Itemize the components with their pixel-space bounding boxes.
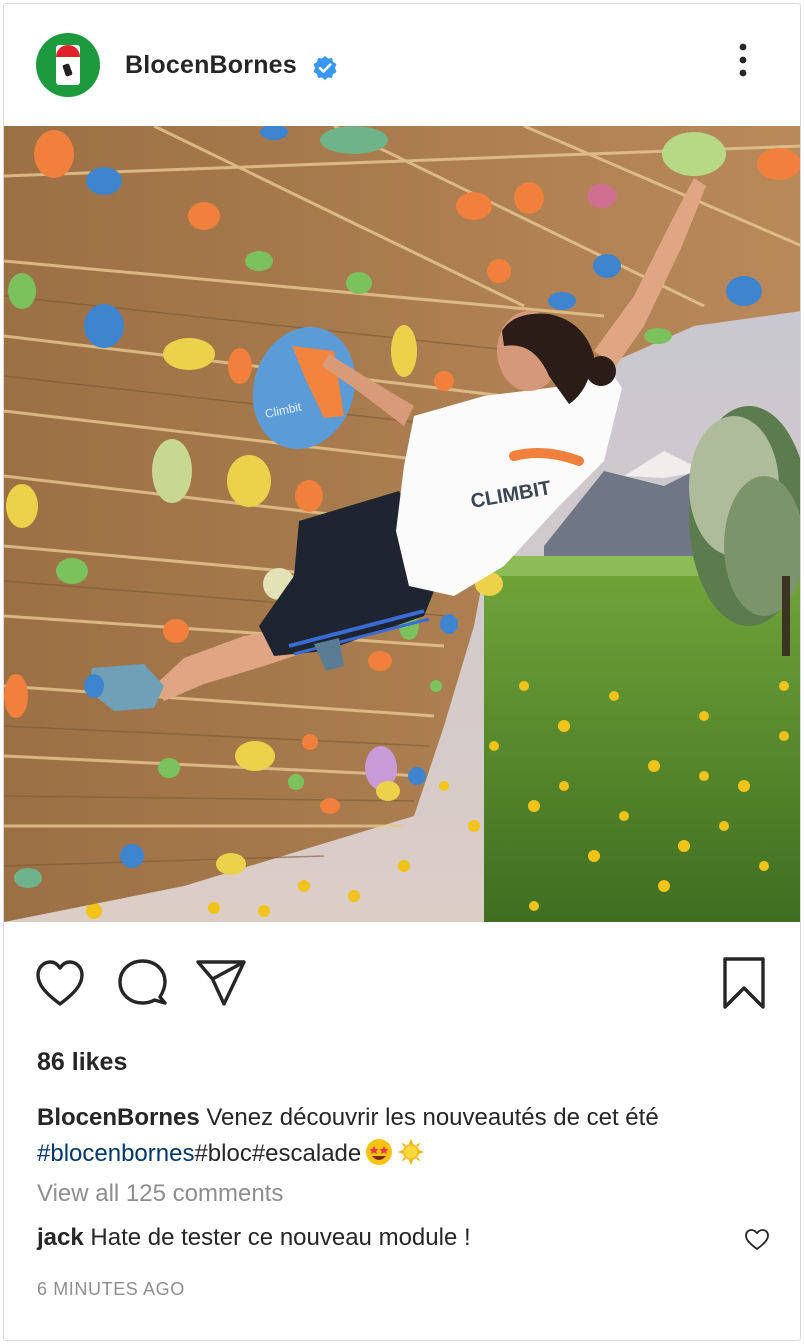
post-header: BlocenBornes [4,4,800,126]
comment-username[interactable]: jack [37,1224,84,1251]
logo-icon [56,45,80,85]
post-timestamp: 6 MINUTES AGO [37,1279,185,1299]
star-struck-emoji-icon [366,1139,393,1165]
more-vertical-icon[interactable] [730,40,756,80]
caption-username[interactable]: BlocenBornes [37,1104,200,1131]
comment-heart-icon[interactable] [744,1227,770,1253]
comment-text: Hate de tester ce nouveau module ! [83,1224,471,1251]
heart-icon[interactable] [34,954,86,1012]
avatar[interactable] [36,33,100,97]
post-photo[interactable]: Climbit CLIMBIT [4,126,800,922]
paper-plane-icon[interactable] [194,954,246,1012]
bookmark-icon[interactable] [718,954,770,1012]
caption-hashtags: #bloc#escalade [194,1140,362,1167]
view-all-comments-link[interactable]: View all 125 comments [37,1180,283,1208]
post-username[interactable]: BlocenBornes [125,51,297,80]
comment-bubble-icon[interactable] [116,954,168,1012]
caption-text: Venez découvrir les nouveautés de cet ét… [199,1104,659,1131]
like-count[interactable]: 86 likes [37,1048,127,1077]
hashtag-link[interactable]: #blocenbornes [37,1140,194,1167]
post-card: BlocenBornes Climbit CLIMBIT 86 likes Bl… [3,3,801,1341]
sun-emoji-icon [398,1139,425,1165]
verified-badge-icon [313,56,337,80]
comment-item: jack Hate de tester ce nouveau module ! [37,1224,471,1252]
post-caption: BlocenBornes Venez découvrir les nouveau… [37,1100,777,1172]
